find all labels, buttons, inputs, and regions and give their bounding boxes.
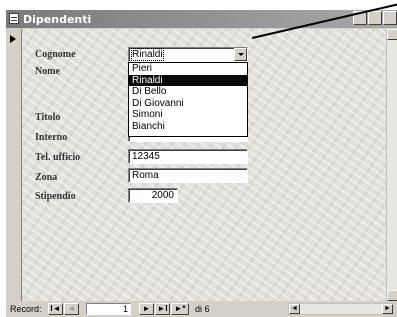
record-selector[interactable] <box>7 29 22 301</box>
label-interno: Interno <box>35 132 68 143</box>
record-navigation-bar: Record: I◄ ◄ 1 ► ►I ►* di 6 ◄ ► <box>6 301 397 317</box>
new-record-button[interactable]: ►* <box>171 303 189 315</box>
next-record-button[interactable]: ► <box>139 303 154 315</box>
label-stipendio: Stipendio <box>35 191 76 202</box>
scroll-down-icon[interactable] <box>387 290 397 301</box>
label-cognome: Cognome <box>35 49 76 60</box>
title-bar[interactable]: Dipendenti <box>6 10 397 28</box>
label-zona: Zona <box>35 172 58 183</box>
scroll-left-icon[interactable]: ◄ <box>289 304 300 314</box>
dropdown-option[interactable]: Simoni <box>129 109 247 121</box>
label-nome: Nome <box>35 66 60 77</box>
first-record-button[interactable]: I◄ <box>48 303 63 315</box>
dropdown-option[interactable]: Bianchi <box>129 121 247 133</box>
scroll-right-icon[interactable]: ► <box>382 304 393 314</box>
form-icon <box>9 13 19 24</box>
horizontal-scrollbar[interactable]: ◄ ► <box>288 303 394 315</box>
scroll-up-icon[interactable] <box>387 29 397 40</box>
label-tel-ufficio: Tel. ufficio <box>35 152 81 163</box>
tel-ufficio-field[interactable]: 12345 <box>128 149 248 164</box>
record-selector-icon <box>10 35 16 43</box>
cognome-combo[interactable]: Rinaldi <box>128 47 248 62</box>
dropdown-option[interactable]: Di Giovanni <box>129 98 247 110</box>
dropdown-option-selected[interactable]: Rinaldi <box>129 74 247 87</box>
cognome-value: Rinaldi <box>131 48 164 61</box>
dropdown-option[interactable]: Di Bello <box>129 86 247 98</box>
form-window: Dipendenti Cognome Rinaldi Nome Titolo I… <box>5 9 397 317</box>
zona-field[interactable]: Roma <box>128 168 248 183</box>
record-label: Record: <box>10 304 42 314</box>
current-record-input[interactable]: 1 <box>86 303 131 315</box>
close-icon[interactable] <box>383 11 397 25</box>
stipendio-field[interactable]: 2000 <box>128 188 178 203</box>
last-record-button[interactable]: ►I <box>155 303 170 315</box>
maximize-icon[interactable] <box>368 11 382 25</box>
vertical-scrollbar[interactable] <box>386 29 397 301</box>
combo-arrow-icon[interactable] <box>234 48 247 61</box>
window-title: Dipendenti <box>23 13 92 26</box>
record-total: di 6 <box>195 304 210 314</box>
label-titolo: Titolo <box>35 112 61 123</box>
dropdown-option[interactable]: Pieri <box>129 63 247 75</box>
prev-record-button[interactable]: ◄ <box>64 303 79 315</box>
cognome-dropdown-list[interactable]: Pieri Rinaldi Di Bello Di Giovanni Simon… <box>128 62 248 137</box>
